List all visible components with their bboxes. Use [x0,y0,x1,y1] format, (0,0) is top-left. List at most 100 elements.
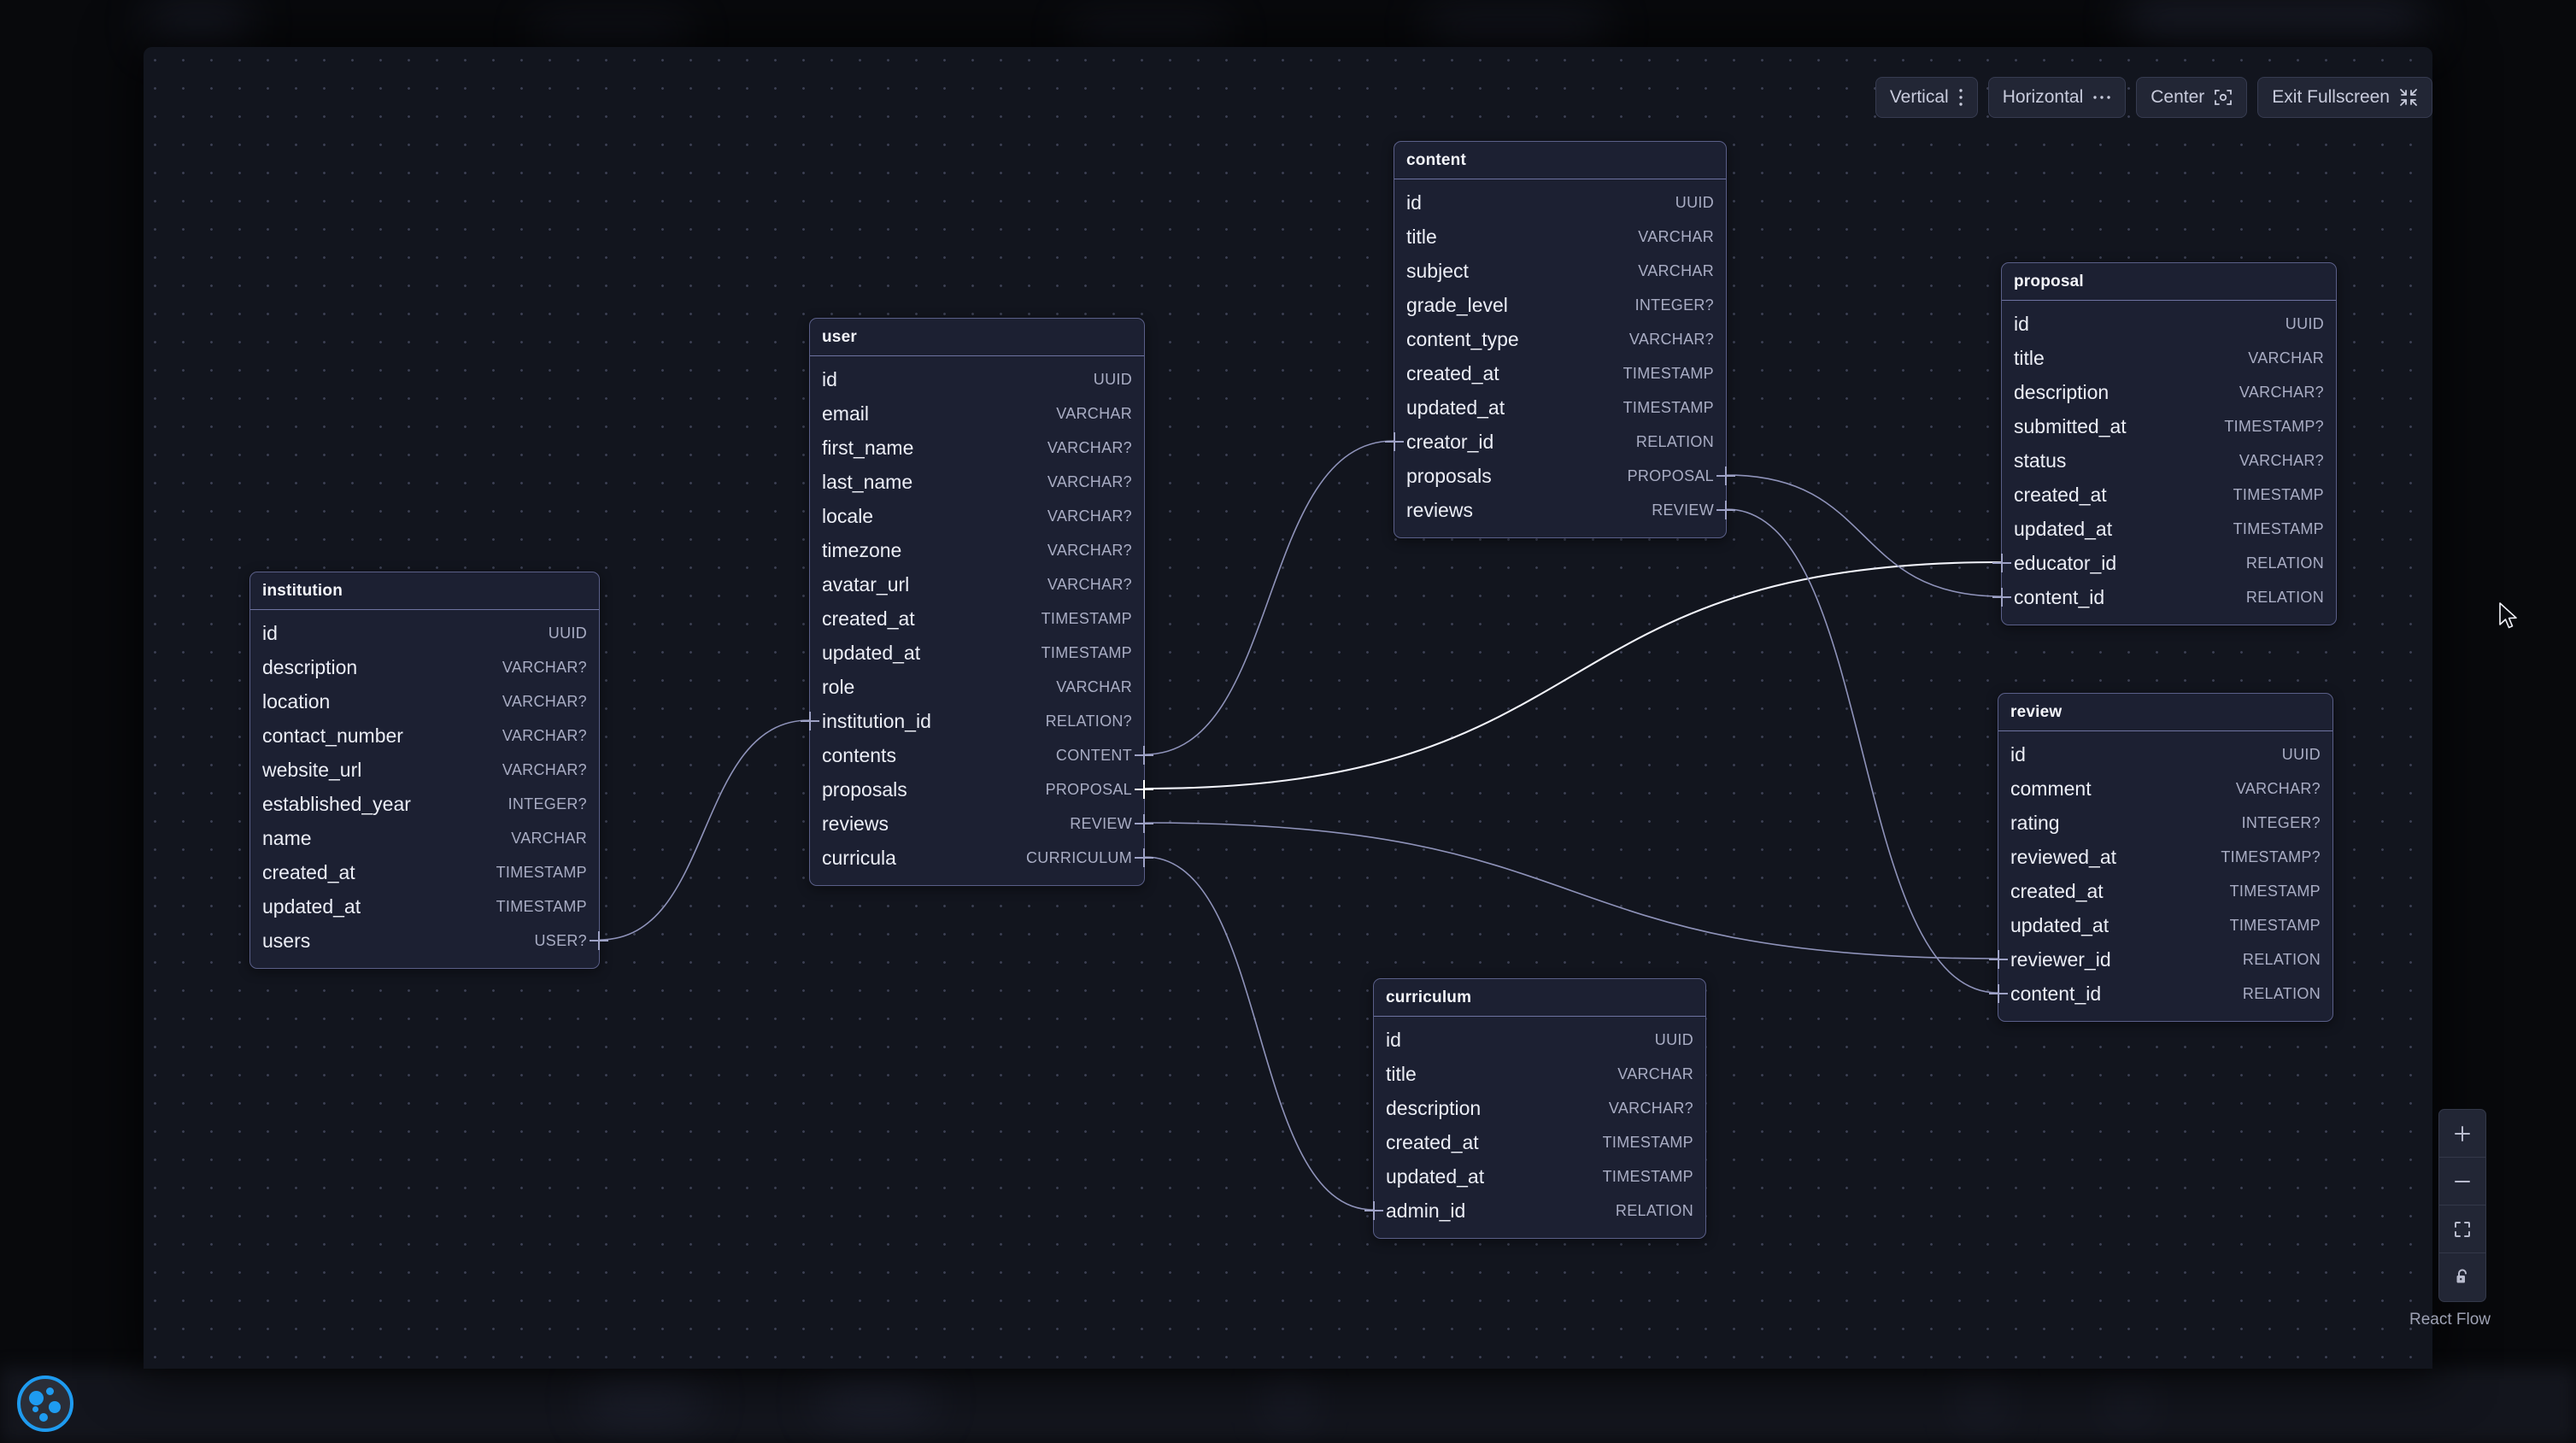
table-field[interactable]: id UUID [1998,737,2332,771]
field-type: VARCHAR? [1047,439,1132,456]
table-field[interactable]: updated_at TIMESTAMP [250,889,599,924]
field-type: UUID [1654,1031,1693,1048]
table-field[interactable]: creator_id RELATION [1385,425,1726,459]
table-field[interactable]: email VARCHAR [810,396,1144,431]
relation-edge[interactable] [1144,560,2002,790]
table-node-content[interactable]: content id UUID title VARCHAR subject VARCHAR g… [1385,141,1735,538]
table-field[interactable]: grade_level INTEGER? [1394,288,1726,322]
exit-fullscreen-button[interactable]: Exit Fullscreen [2257,77,2432,118]
table-field[interactable]: institution_id RELATION? [801,704,1144,738]
field-type: TIMESTAMP [1041,644,1132,661]
table-field[interactable]: description VARCHAR? [2002,375,2336,409]
zoom-out-button[interactable] [2439,1158,2485,1205]
table-field[interactable]: id UUID [250,616,599,650]
table-field[interactable]: avatar_url VARCHAR? [810,567,1144,601]
table-field[interactable]: created_at TIMESTAMP [1998,874,2332,908]
table-field[interactable]: submitted_at TIMESTAMP? [2002,409,2336,443]
table-field[interactable]: established_year INTEGER? [250,787,599,821]
table-node-review[interactable]: review id UUID comment VARCHAR? rating INTEGER… [1989,693,2333,1022]
table-field[interactable]: created_at TIMESTAMP [2002,478,2336,512]
table-field[interactable]: status VARCHAR? [2002,443,2336,478]
center-button[interactable]: Center [2136,77,2248,118]
table-node-curriculum[interactable]: curriculum id UUID title VARCHAR description V… [1364,978,1706,1239]
horizontal-layout-button[interactable]: Horizontal [1987,77,2127,118]
table-field[interactable]: updated_at TIMESTAMP [1998,908,2332,942]
relation-edge[interactable] [1144,440,1394,755]
exit-fullscreen-icon [2400,89,2417,106]
lock-toggle-button[interactable] [2439,1253,2485,1301]
table-field[interactable]: created_at TIMESTAMP [250,855,599,889]
table-field[interactable]: subject VARCHAR [1394,254,1726,288]
table-field[interactable]: reviews REVIEW [1394,493,1735,527]
table-field[interactable]: created_at TIMESTAMP [810,601,1144,636]
table-field[interactable]: reviewer_id RELATION [1989,942,2332,977]
field-name: institution_id [822,709,931,732]
relation-edge[interactable] [1144,822,1998,959]
fit-view-button[interactable] [2439,1205,2485,1253]
flow-canvas[interactable]: institution id UUID description VARCHAR? loca… [144,47,2432,1369]
table-field[interactable]: reviewed_at TIMESTAMP? [1998,840,2332,874]
table-field[interactable]: content_id RELATION [1989,977,2332,1011]
table-field[interactable]: rating INTEGER? [1998,806,2332,840]
table-field[interactable]: admin_id RELATION [1364,1194,1705,1228]
table-field[interactable]: created_at TIMESTAMP [1374,1125,1705,1159]
relation-edge[interactable] [599,719,810,941]
field-type: RELATION? [1045,713,1132,730]
table-field[interactable]: comment VARCHAR? [1998,771,2332,806]
field-type: VARCHAR? [1608,1100,1693,1117]
table-node-institution[interactable]: institution id UUID description VARCHAR? loca… [249,572,608,969]
table-field[interactable]: proposals PROPOSAL [1394,459,1735,493]
field-type: VARCHAR? [1047,507,1132,525]
table-field[interactable]: role VARCHAR [810,670,1144,704]
field-type: RELATION [2242,951,2321,968]
table-field[interactable]: updated_at TIMESTAMP [1394,390,1726,425]
table-node-user[interactable]: user id UUID email VARCHAR first_name VARCHAR?… [801,318,1153,886]
table-field[interactable]: content_id RELATION [1992,580,2336,614]
table-field[interactable]: id UUID [1374,1023,1705,1057]
field-type: VARCHAR? [502,693,587,710]
table-field[interactable]: timezone VARCHAR? [810,533,1144,567]
table-field[interactable]: id UUID [810,362,1144,396]
exit-fullscreen-label: Exit Fullscreen [2272,87,2390,107]
relation-edge[interactable] [1726,508,1998,994]
table-field[interactable]: contents CONTENT [810,738,1153,772]
table-field[interactable]: updated_at TIMESTAMP [1374,1159,1705,1194]
field-name: id [1406,191,1422,214]
table-field[interactable]: first_name VARCHAR? [810,431,1144,465]
app-logo[interactable] [17,1376,73,1432]
horizontal-layout-label: Horizontal [2002,87,2084,107]
table-node-proposal[interactable]: proposal id UUID title VARCHAR description VAR… [1992,262,2337,625]
table-field[interactable]: created_at TIMESTAMP [1394,356,1726,390]
field-list: id UUID comment VARCHAR? rating INTEGER? revie… [1989,731,2332,1021]
table-field[interactable]: name VARCHAR [250,821,599,855]
react-flow-attribution[interactable]: React Flow [2409,1311,2491,1329]
table-field[interactable]: proposals PROPOSAL [810,772,1153,807]
table-field[interactable]: title VARCHAR [2002,341,2336,375]
table-field[interactable]: id UUID [1394,185,1726,220]
table-field[interactable]: reviews REVIEW [810,807,1153,841]
table-field[interactable]: users USER? [250,924,608,958]
vertical-layout-button[interactable]: Vertical [1875,77,1978,118]
field-name: name [262,826,312,849]
table-field[interactable]: description VARCHAR? [250,650,599,684]
table-field[interactable]: id UUID [2002,307,2336,341]
table-field[interactable]: updated_at TIMESTAMP [810,636,1144,670]
zoom-in-button[interactable] [2439,1110,2485,1158]
table-field[interactable]: curricula CURRICULUM [810,841,1153,875]
table-field[interactable]: title VARCHAR [1394,220,1726,254]
table-field[interactable]: title VARCHAR [1374,1057,1705,1091]
table-field[interactable]: educator_id RELATION [1992,546,2336,580]
unlock-icon [2456,1269,2467,1283]
relation-edge[interactable] [1726,474,2002,597]
table-field[interactable]: last_name VARCHAR? [810,465,1144,499]
table-title: content [1394,142,1726,179]
table-field[interactable]: locale VARCHAR? [810,499,1144,533]
table-field[interactable]: description VARCHAR? [1374,1091,1705,1125]
table-field[interactable]: updated_at TIMESTAMP [2002,512,2336,546]
relation-edge[interactable] [1144,856,1374,1211]
table-field[interactable]: contact_number VARCHAR? [250,719,599,753]
table-field[interactable]: content_type VARCHAR? [1394,322,1726,356]
field-name: comment [2010,777,2092,800]
table-field[interactable]: location VARCHAR? [250,684,599,719]
table-field[interactable]: website_url VARCHAR? [250,753,599,787]
